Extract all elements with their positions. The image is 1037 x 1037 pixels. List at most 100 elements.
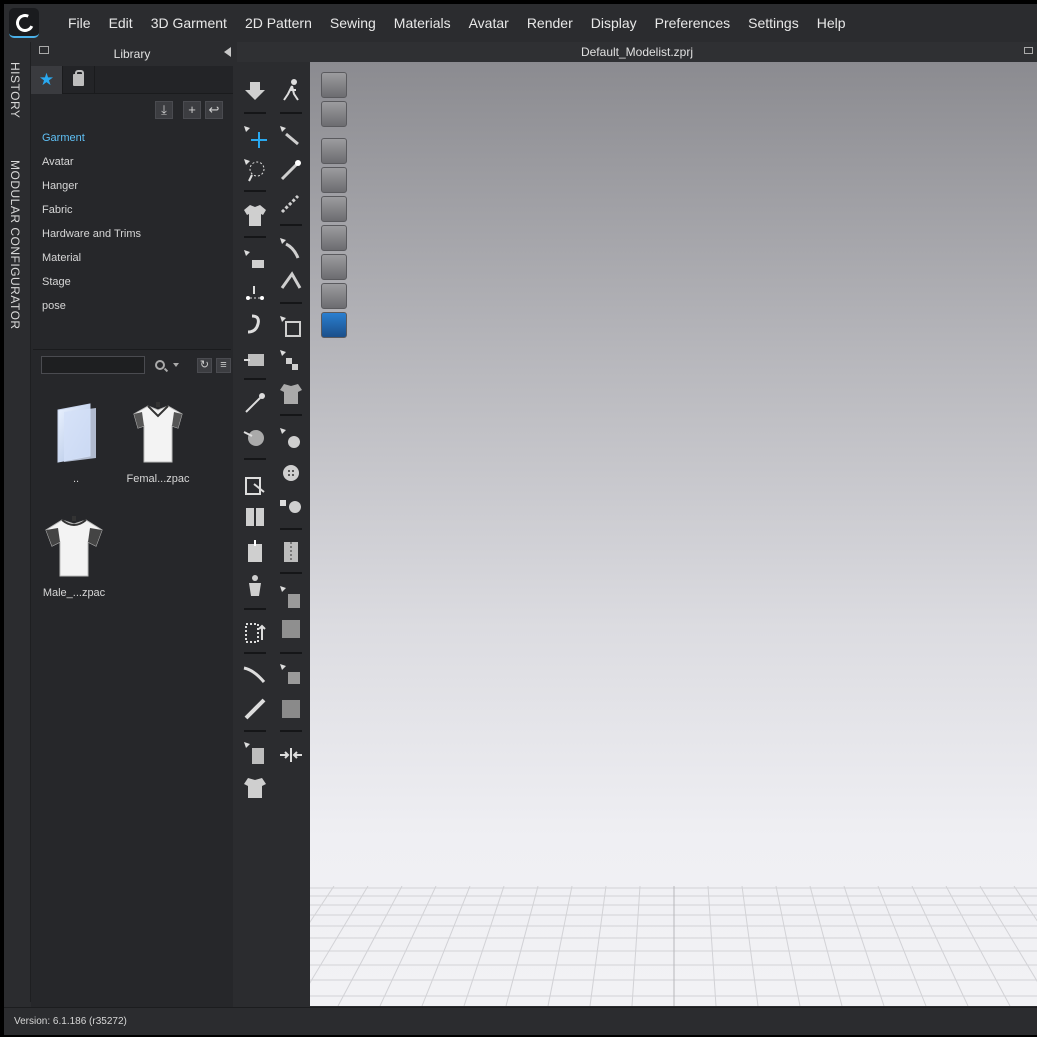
show-arrangement-icon[interactable] xyxy=(321,225,347,251)
tree-item-material[interactable]: Material xyxy=(42,246,233,270)
reset-2d-icon[interactable] xyxy=(242,538,268,564)
tab-favorites[interactable]: ★ xyxy=(31,66,63,94)
show-garment-icon[interactable] xyxy=(321,138,347,164)
garment-select-icon[interactable] xyxy=(242,202,268,228)
button-place-icon[interactable] xyxy=(278,426,304,452)
list-item[interactable]: Femal...zpac xyxy=(117,402,199,485)
popout-icon[interactable] xyxy=(39,46,49,54)
pattern-pieces-icon[interactable] xyxy=(278,314,304,340)
menu-display[interactable]: Display xyxy=(582,4,646,42)
avatar-head-icon[interactable] xyxy=(321,283,347,309)
tree-item-hardware-and-trims[interactable]: Hardware and Trims xyxy=(42,222,233,246)
ruler-icon[interactable] xyxy=(242,696,268,722)
tab-modular-configurator[interactable]: MODULAR CONFIGURATOR xyxy=(8,160,22,330)
item-label: Femal...zpac xyxy=(126,473,190,485)
strap-icon[interactable] xyxy=(242,312,268,338)
search-row: ↻ ≡ xyxy=(33,350,231,380)
tape-measure-icon[interactable] xyxy=(242,662,268,688)
lasso-select-icon[interactable] xyxy=(242,157,268,183)
view-mode-icon[interactable] xyxy=(321,72,347,98)
fold-arrangement-icon[interactable] xyxy=(242,346,268,372)
buttonhole-lock-icon[interactable] xyxy=(278,492,304,518)
search-icon[interactable] xyxy=(155,360,165,370)
refresh-icon[interactable]: ↻ xyxy=(197,357,212,373)
app-window: File Edit 3D Garment 2D Pattern Sewing M… xyxy=(4,4,1037,1035)
fold-icon[interactable] xyxy=(242,424,268,450)
garment-thumbnail-icon xyxy=(133,402,183,463)
fabric-icon[interactable] xyxy=(278,616,304,642)
fold-sewing-icon[interactable] xyxy=(278,236,304,262)
tree-item-fabric[interactable]: Fabric xyxy=(42,198,233,222)
menu-sewing[interactable]: Sewing xyxy=(321,4,385,42)
menu-settings[interactable]: Settings xyxy=(739,4,808,42)
tree-item-stage[interactable]: Stage xyxy=(42,270,233,294)
library-panel: Library ★ ⤓ + ↩ Garment Avatar Hanger Fa… xyxy=(31,42,233,1009)
library-browser: ↻ ≡ .. Femal...zpac Male_...zpac xyxy=(33,349,231,1009)
button-icon[interactable] xyxy=(278,460,304,486)
zipper-garment-icon[interactable] xyxy=(278,538,304,564)
globe-icon[interactable] xyxy=(321,312,347,338)
download-icon[interactable]: ⤓ xyxy=(155,101,173,119)
avatar-arrange-icon[interactable] xyxy=(242,572,268,598)
tree-item-garment[interactable]: Garment xyxy=(42,126,233,150)
garment-display-icon[interactable] xyxy=(321,101,347,127)
walking-avatar-icon[interactable] xyxy=(278,78,304,104)
list-item[interactable]: .. xyxy=(35,402,117,485)
segment-sewing-icon[interactable] xyxy=(278,157,304,183)
list-view-icon[interactable]: ≡ xyxy=(216,357,231,373)
edit-sewing-icon[interactable] xyxy=(278,124,304,150)
project-title: Default_Modelist.zprj xyxy=(580,45,694,59)
show-shadow-icon[interactable] xyxy=(321,254,347,280)
tree-item-hanger[interactable]: Hanger xyxy=(42,174,233,198)
collapse-arrow-icon[interactable] xyxy=(224,47,231,57)
free-sewing-icon[interactable] xyxy=(278,190,304,216)
list-item[interactable]: Male_...zpac xyxy=(33,516,115,599)
texture-pattern-icon[interactable] xyxy=(278,348,304,374)
measure-point-icon[interactable] xyxy=(242,280,268,306)
menu-materials[interactable]: Materials xyxy=(385,4,460,42)
clo-logo-icon[interactable] xyxy=(9,8,39,38)
pin-icon[interactable] xyxy=(242,390,268,416)
3d-viewport[interactable] xyxy=(310,62,1037,1006)
menu-avatar[interactable]: Avatar xyxy=(460,4,518,42)
fabric-fold-icon[interactable] xyxy=(278,584,304,610)
item-label: .. xyxy=(72,473,80,485)
checker-garment-icon[interactable] xyxy=(278,380,304,406)
arrangement-icon[interactable] xyxy=(242,504,268,530)
menu-edit[interactable]: Edit xyxy=(100,4,142,42)
zipper-icon[interactable] xyxy=(242,740,268,766)
chevron-down-icon[interactable] xyxy=(173,363,179,367)
library-header: Library xyxy=(31,42,233,66)
trim-icon[interactable] xyxy=(242,774,268,800)
simulate-arrow-icon[interactable] xyxy=(242,78,268,104)
3d-toolbar-primary xyxy=(238,62,272,1009)
menu-render[interactable]: Render xyxy=(518,4,582,42)
pattern-to-3d-icon[interactable] xyxy=(242,472,268,498)
shrink-icon[interactable] xyxy=(278,742,304,768)
garment-fit-icon[interactable] xyxy=(242,618,268,644)
tree-item-avatar[interactable]: Avatar xyxy=(42,150,233,174)
shopping-bag-icon xyxy=(73,70,84,86)
tack-icon[interactable] xyxy=(242,248,268,274)
menu-file[interactable]: File xyxy=(59,4,100,42)
back-arrow-icon[interactable]: ↩ xyxy=(205,101,223,119)
show-avatar-garment-icon[interactable] xyxy=(321,167,347,193)
menu-2d-pattern[interactable]: 2D Pattern xyxy=(236,4,321,42)
folder-icon xyxy=(57,403,96,463)
add-icon[interactable]: + xyxy=(183,101,201,119)
library-actions: ⤓ + ↩ xyxy=(31,94,233,126)
select-move-icon[interactable] xyxy=(242,124,268,150)
tab-store[interactable] xyxy=(63,66,95,94)
menu-3d-garment[interactable]: 3D Garment xyxy=(142,4,236,42)
tab-history[interactable]: HISTORY xyxy=(8,62,22,118)
check-sewing-icon[interactable] xyxy=(278,268,304,294)
popout-icon[interactable] xyxy=(1024,47,1033,54)
garment-thumbnail-icon xyxy=(45,516,103,577)
search-input[interactable] xyxy=(41,356,145,374)
texture-icon[interactable] xyxy=(278,696,304,722)
texture-edit-icon[interactable] xyxy=(278,662,304,688)
tree-item-pose[interactable]: pose xyxy=(42,294,233,318)
show-avatar-icon[interactable] xyxy=(321,196,347,222)
menu-help[interactable]: Help xyxy=(808,4,855,42)
menu-preferences[interactable]: Preferences xyxy=(646,4,739,42)
